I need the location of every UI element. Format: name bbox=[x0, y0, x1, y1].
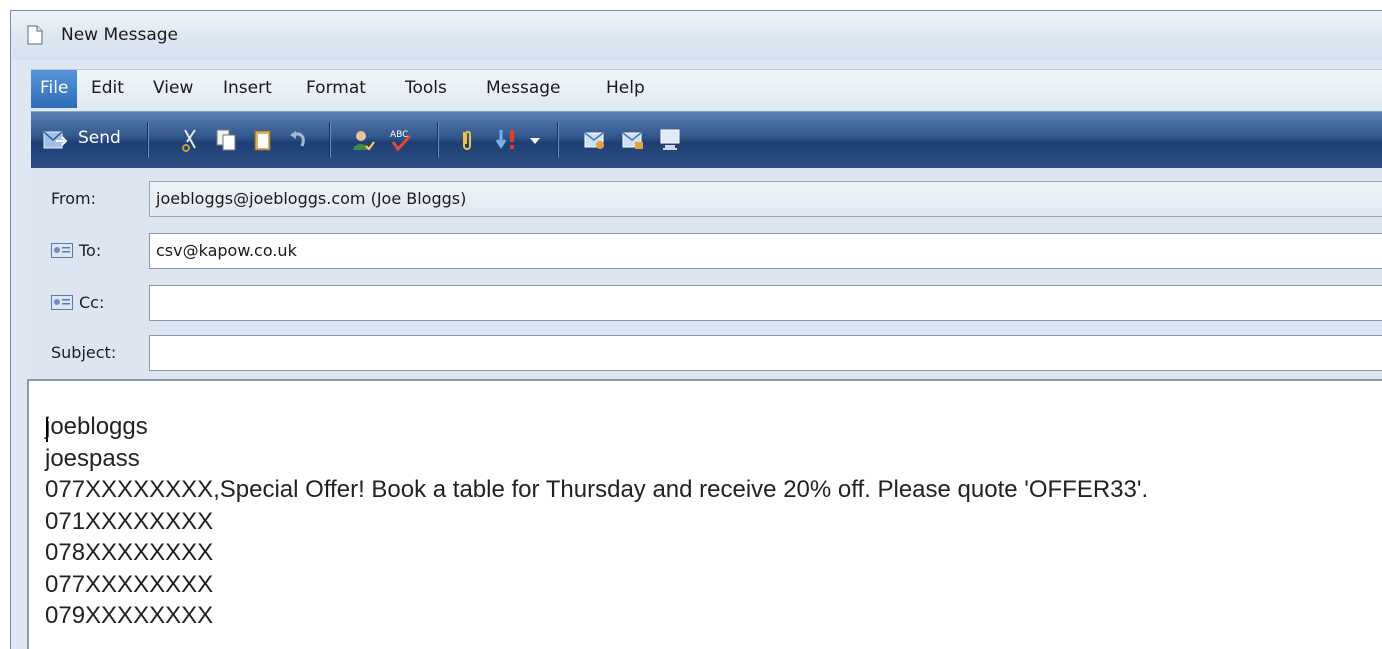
cc-label[interactable]: Cc: bbox=[79, 293, 104, 312]
toolbar-separator bbox=[147, 122, 149, 158]
menu-view[interactable]: View bbox=[144, 70, 202, 108]
sign-icon[interactable] bbox=[583, 126, 607, 154]
toolbar: Send ABC bbox=[31, 111, 1382, 168]
message-header-fields: From: joebloggs@joebloggs.com (Joe Blogg… bbox=[31, 169, 1382, 381]
encrypt-icon[interactable] bbox=[621, 126, 645, 154]
body-line: 077XXXXXXXX bbox=[45, 570, 214, 598]
menu-file[interactable]: File bbox=[31, 70, 78, 108]
menu-edit[interactable]: Edit bbox=[82, 70, 133, 108]
body-line: 078XXXXXXXX bbox=[45, 539, 214, 566]
body-line: joebloggs bbox=[45, 413, 148, 440]
menu-insert[interactable]: Insert bbox=[214, 70, 281, 108]
copy-icon[interactable] bbox=[215, 126, 237, 154]
from-label: From: bbox=[51, 189, 97, 208]
new-document-icon bbox=[27, 25, 43, 45]
message-body[interactable]: joebloggs joespass 077XXXXXXXX,Special Off… bbox=[27, 379, 1382, 649]
check-names-icon[interactable] bbox=[351, 126, 375, 154]
body-line: 079XXXXXXXX bbox=[45, 602, 214, 629]
menu-tools[interactable]: Tools bbox=[396, 70, 456, 108]
priority-dropdown-icon[interactable] bbox=[529, 126, 541, 154]
menu-help[interactable]: Help bbox=[597, 70, 654, 108]
undo-icon[interactable] bbox=[288, 126, 310, 154]
priority-icon[interactable] bbox=[495, 126, 521, 154]
body-line: 071XXXXXXXX bbox=[45, 507, 214, 535]
address-book-icon[interactable] bbox=[51, 243, 73, 258]
to-label[interactable]: To: bbox=[79, 241, 101, 260]
text-caret bbox=[46, 417, 48, 442]
menu-message[interactable]: Message bbox=[477, 70, 570, 108]
from-field[interactable]: joebloggs@joebloggs.com (Joe Bloggs) bbox=[149, 181, 1382, 217]
subject-field[interactable] bbox=[149, 335, 1382, 371]
toolbar-separator bbox=[437, 122, 439, 158]
spelling-icon[interactable]: ABC bbox=[388, 126, 414, 154]
send-button[interactable]: Send bbox=[37, 120, 139, 160]
cc-field[interactable] bbox=[149, 285, 1382, 321]
to-field[interactable]: csv@kapow.co.uk bbox=[149, 233, 1382, 269]
send-icon bbox=[43, 131, 67, 149]
title-bar: New Message bbox=[11, 11, 1382, 60]
toolbar-separator bbox=[557, 122, 559, 158]
offline-icon[interactable] bbox=[659, 126, 683, 154]
attach-icon[interactable] bbox=[459, 126, 475, 154]
subject-label: Subject: bbox=[51, 343, 117, 362]
window-title: New Message bbox=[61, 25, 178, 45]
message-body-text[interactable]: joebloggs joespass 077XXXXXXXX,Special Off… bbox=[45, 411, 1148, 632]
cut-icon[interactable] bbox=[181, 126, 201, 154]
body-line: joespass bbox=[45, 444, 140, 472]
menu-bar: File Edit View Insert Format Tools Messa… bbox=[31, 69, 1382, 111]
address-book-icon[interactable] bbox=[51, 295, 73, 310]
send-label: Send bbox=[78, 128, 121, 148]
body-line: 077XXXXXXXX,Special Offer! Book a table … bbox=[45, 476, 1149, 503]
paste-icon[interactable] bbox=[253, 126, 273, 154]
new-message-window: New Message File Edit View Insert Format… bbox=[10, 10, 1382, 649]
menu-format[interactable]: Format bbox=[297, 70, 375, 108]
toolbar-separator bbox=[329, 122, 331, 158]
